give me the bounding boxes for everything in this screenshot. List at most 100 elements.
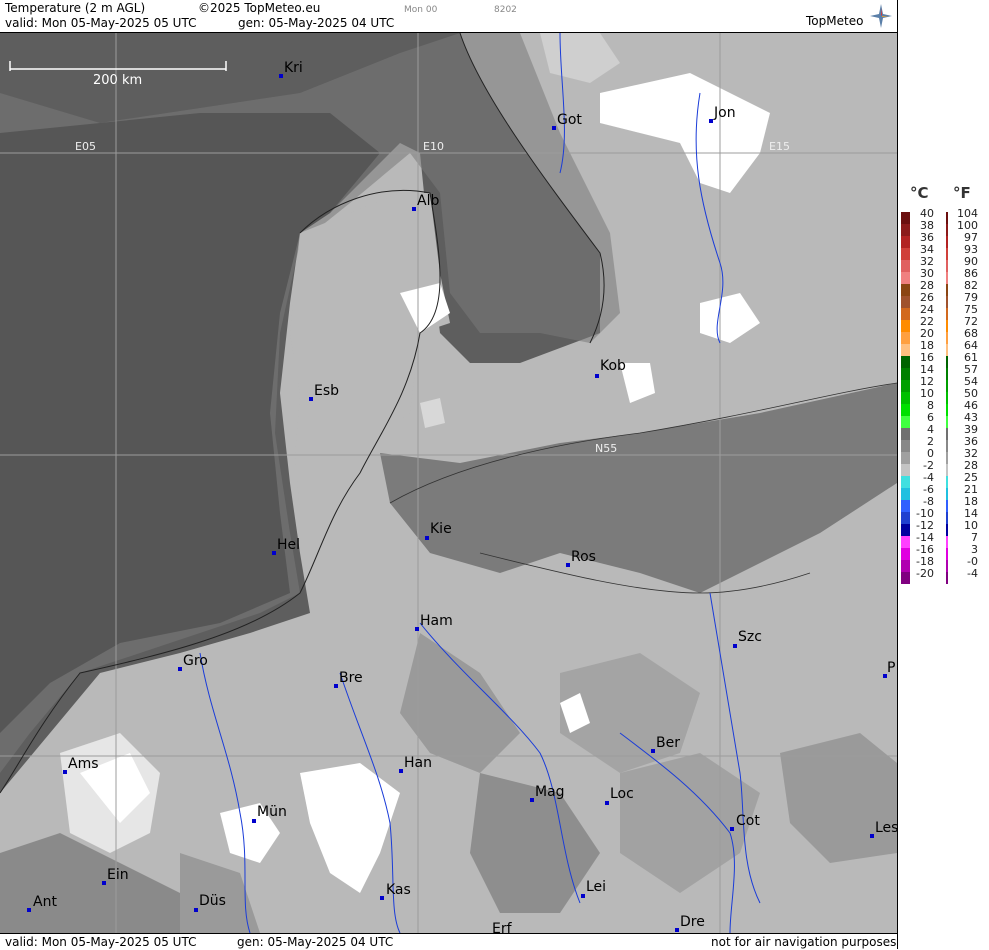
legend-swatch [946, 296, 948, 308]
compass-star-icon [870, 4, 892, 28]
legend-swatch [946, 488, 948, 500]
city-label: Ant [33, 894, 57, 910]
legend-swatch [946, 236, 948, 248]
city-label: Bre [339, 670, 363, 686]
legend-swatch [901, 308, 910, 320]
city-label: Esb [314, 383, 340, 399]
map-footer: valid: Mon 05-May-2025 05 UTC gen: 05-Ma… [0, 933, 897, 950]
legend-swatch [901, 428, 910, 440]
legend-swatch [901, 368, 910, 380]
city-label: Kri [284, 60, 303, 76]
celsius-unit: °C [910, 184, 929, 202]
city-label: Han [404, 755, 432, 771]
legend-swatch [901, 572, 910, 584]
legend-swatch [946, 560, 948, 572]
legend-swatch [901, 260, 910, 272]
city-label: Les [875, 820, 897, 836]
legend-swatch [946, 248, 948, 260]
legend-swatch [946, 428, 948, 440]
legend-swatch [901, 476, 910, 488]
legend-swatch [946, 572, 948, 584]
city-label: Szc [738, 629, 762, 645]
legend-swatch [946, 344, 948, 356]
legend-swatch [901, 236, 910, 248]
celsius-label: -20 [916, 567, 934, 580]
legend-swatch [901, 224, 910, 236]
grid-label-e05: E05 [75, 140, 96, 153]
legend-swatch [901, 500, 910, 512]
legend-swatch [946, 524, 948, 536]
legend-swatch [901, 452, 910, 464]
city-label: Kob [600, 358, 626, 374]
temperature-legend: °C °F 40 104 38 100 36 97 34 93 32 90 30 86 28 82 26 79… [897, 0, 989, 949]
legend-swatch [901, 392, 910, 404]
legend-swatch [901, 356, 910, 368]
legend-swatch [901, 248, 910, 260]
code-label: 8202 [494, 5, 517, 15]
legend-swatch [946, 548, 948, 560]
footer-valid-time: valid: Mon 05-May-2025 05 UTC [5, 935, 197, 949]
city-label: Ams [68, 756, 99, 772]
city-label: Kas [386, 882, 411, 898]
fahrenheit-label: -4 [967, 567, 978, 580]
legend-swatch [901, 344, 910, 356]
city-label: Got [557, 112, 582, 128]
legend-swatch [901, 440, 910, 452]
legend-swatch [946, 452, 948, 464]
legend-swatch [901, 536, 910, 548]
legend-swatch [901, 560, 910, 572]
legend-swatch [946, 224, 948, 236]
legend-swatch [946, 536, 948, 548]
legend-swatch [901, 284, 910, 296]
city-label: Ber [656, 735, 680, 751]
run-label: Mon 00 [404, 5, 438, 15]
city-label: Dre [680, 914, 705, 930]
legend-swatch [901, 488, 910, 500]
footer-generated-time: gen: 05-May-2025 04 UTC [237, 935, 394, 949]
scale-label: 200 km [93, 73, 143, 88]
map-graphic [0, 33, 897, 933]
legend-swatch [901, 524, 910, 536]
city-label: P [887, 660, 896, 676]
legend-swatch [946, 272, 948, 284]
legend-swatch [946, 308, 948, 320]
legend-swatch [946, 476, 948, 488]
legend-swatch [901, 512, 910, 524]
fahrenheit-unit: °F [953, 184, 971, 202]
city-label: Jon [714, 105, 736, 121]
product-title: Temperature (2 m AGL) [5, 1, 146, 15]
city-label: Ham [420, 613, 453, 629]
copyright: ©2025 TopMeteo.eu [198, 1, 321, 15]
city-label: Mün [257, 804, 287, 820]
disclaimer: not for air navigation purposes [711, 935, 897, 949]
legend-swatch [946, 464, 948, 476]
legend-swatch [946, 212, 948, 224]
city-label: Loc [610, 786, 634, 802]
legend-swatch [946, 380, 948, 392]
temperature-map[interactable]: 200 km E05 E10 E15 N55 Kri Got Jon Alb K… [0, 33, 897, 933]
brand-logo: TopMeteo [806, 14, 864, 28]
legend-swatch [946, 512, 948, 524]
legend-swatch [946, 356, 948, 368]
city-label: Alb [417, 193, 440, 209]
legend-swatch [946, 392, 948, 404]
city-label: Düs [199, 893, 226, 909]
legend-swatch [946, 332, 948, 344]
legend-swatch [901, 296, 910, 308]
city-label: Erf [492, 921, 512, 933]
legend-swatch [901, 272, 910, 284]
map-header: Temperature (2 m AGL) ©2025 TopMeteo.eu … [0, 0, 897, 33]
legend-swatch [901, 404, 910, 416]
city-label: Kie [430, 521, 452, 537]
generated-time: gen: 05-May-2025 04 UTC [238, 16, 395, 30]
legend-swatch [946, 260, 948, 272]
legend-swatch [946, 404, 948, 416]
valid-time: valid: Mon 05-May-2025 05 UTC [5, 16, 197, 30]
grid-label-e10: E10 [423, 140, 444, 153]
legend-swatch [946, 320, 948, 332]
legend-swatch [901, 212, 910, 224]
grid-label-n55: N55 [595, 442, 618, 455]
grid-label-e15: E15 [769, 140, 790, 153]
legend-swatch [901, 320, 910, 332]
legend-swatch [946, 416, 948, 428]
